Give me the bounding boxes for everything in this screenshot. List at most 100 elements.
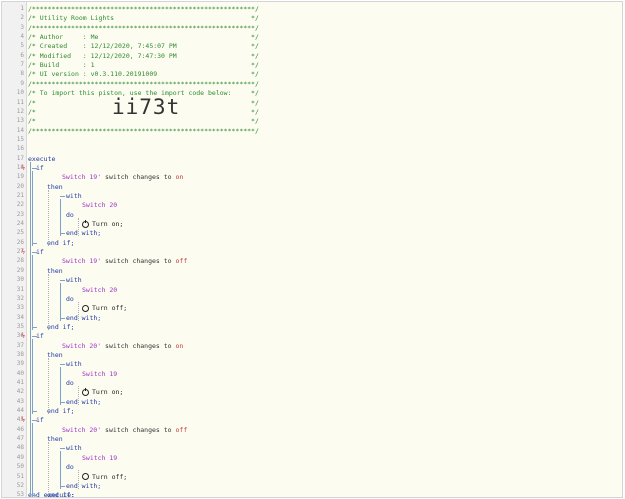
line-number: 24 (16, 220, 24, 228)
piston-viewer: 1 2 3 4 5 6 7 8 9 10 11 12 13 14 15 16 17 18 19 20 21 22 23 24 2… (1, 1, 623, 498)
with-line: with (28, 360, 622, 368)
trigger-value[interactable]: off (176, 257, 188, 265)
line-number: 43 (16, 397, 24, 405)
then-block-rail (48, 357, 49, 415)
target-device[interactable]: Switch 20 (82, 286, 117, 294)
target-line: Switch 19 (28, 454, 622, 462)
trigger-value[interactable]: on (176, 173, 184, 181)
comment-line: /* Utility Room Lights */ (28, 14, 622, 22)
line-number: 7 (20, 61, 24, 69)
line-number: 4 (20, 33, 24, 41)
with-line: with (28, 444, 622, 452)
end-if-tick (32, 326, 37, 328)
with-keyword: with (66, 192, 82, 200)
target-line: Switch 20 (28, 201, 622, 209)
condition-line: Switch 20' switch changes to on (28, 342, 622, 350)
execute-keyword: execute (28, 154, 56, 163)
comment-text: /* Created : 12/12/2020, 7:45:07 PM */ (28, 42, 259, 51)
end-with-keyword: end with; (66, 229, 102, 238)
line-number: 46 (16, 425, 24, 433)
line-number: 25 (16, 229, 24, 237)
line-number: 28 (16, 257, 24, 265)
do-block-rail (78, 470, 79, 489)
if-tick (32, 167, 37, 169)
comment-text: /***************************************… (28, 23, 259, 32)
line-number: 49 (16, 453, 24, 461)
target-line: Switch 19 (28, 370, 622, 378)
line-number: 32 (16, 294, 24, 302)
target-device[interactable]: Switch 20 (82, 201, 117, 209)
target-device[interactable]: Switch 19 (82, 370, 117, 378)
end-with-keyword: end with; (66, 397, 102, 406)
trigger-value[interactable]: on (176, 342, 184, 350)
line-number: 12 (16, 107, 24, 115)
with-block-rail (60, 451, 61, 489)
trigger-device[interactable]: Switch 20' (62, 426, 101, 434)
end-if-tick (32, 242, 37, 244)
line-number: 11 (16, 98, 24, 106)
then-keyword: then (47, 266, 63, 275)
line-number: 1 (20, 5, 24, 12)
action-line: Turn on; (28, 219, 622, 228)
action-text[interactable]: Turn off; (92, 304, 127, 312)
then-keyword: then (47, 350, 63, 359)
line-number: 31 (16, 285, 24, 293)
line-number: 15 (16, 135, 24, 143)
comment-text: /***************************************… (28, 126, 259, 135)
power-on-icon (82, 219, 89, 228)
end-execute-line: end execute; (28, 491, 622, 497)
do-keyword: do (66, 294, 74, 303)
end-with-line: end with; (28, 398, 622, 406)
line-number: 53 (16, 491, 24, 498)
do-block-rail (78, 301, 79, 321)
trigger-device[interactable]: Switch 19' (62, 257, 101, 265)
then-line: then (28, 183, 622, 191)
action-text[interactable]: Turn on; (92, 388, 123, 396)
action-text[interactable]: Turn off; (92, 473, 127, 481)
line-number: 6 (20, 51, 24, 59)
power-off-icon (82, 473, 89, 480)
line-number: 51 (16, 472, 24, 480)
if-keyword: if (36, 416, 44, 425)
with-keyword: with (66, 276, 82, 285)
end-if-line: end if; (28, 323, 622, 331)
line-number: 3 (20, 23, 24, 31)
do-line: do (28, 295, 622, 303)
if-keyword: if (36, 163, 44, 172)
do-keyword: do (66, 210, 74, 219)
comment-line: /* Author : Me */ (28, 33, 622, 41)
with-tick (60, 448, 65, 450)
then-line: then (28, 351, 622, 359)
condition-operator: switch changes to (101, 257, 176, 266)
end-if-tick (32, 495, 37, 497)
line-number: 44 (16, 407, 24, 415)
line-number: 30 (16, 276, 24, 284)
trigger-value[interactable]: off (176, 426, 188, 434)
with-line: with (28, 192, 622, 200)
target-device[interactable]: Switch 19 (82, 454, 117, 462)
if-keyword: if (36, 248, 44, 257)
line-number: 19 (16, 173, 24, 181)
action-text[interactable]: Turn on; (92, 220, 123, 228)
with-block-rail (60, 283, 61, 321)
line-number: 35 (16, 322, 24, 330)
end-with-line: end with; (28, 314, 622, 322)
trigger-device[interactable]: Switch 19' (62, 173, 101, 181)
comment-line: /* Build : 1 */ (28, 61, 622, 69)
line-number: 38 (16, 350, 24, 358)
action-line: Turn off; (28, 473, 622, 481)
end-with-line: end with; (28, 229, 622, 237)
with-block-rail (60, 199, 61, 237)
line-number: 34 (16, 313, 24, 321)
with-block-rail (60, 367, 61, 405)
line-number: 22 (16, 201, 24, 209)
trigger-device[interactable]: Switch 20' (62, 342, 101, 350)
line-number: 39 (16, 360, 24, 368)
line-number: 8 (20, 70, 24, 78)
if-line: if (28, 248, 622, 256)
line-number: 23 (16, 210, 24, 218)
do-block-rail (78, 386, 79, 405)
if-line: if (28, 164, 622, 172)
comment-line: /***************************************… (28, 127, 622, 135)
execute-line: execute (28, 155, 622, 163)
